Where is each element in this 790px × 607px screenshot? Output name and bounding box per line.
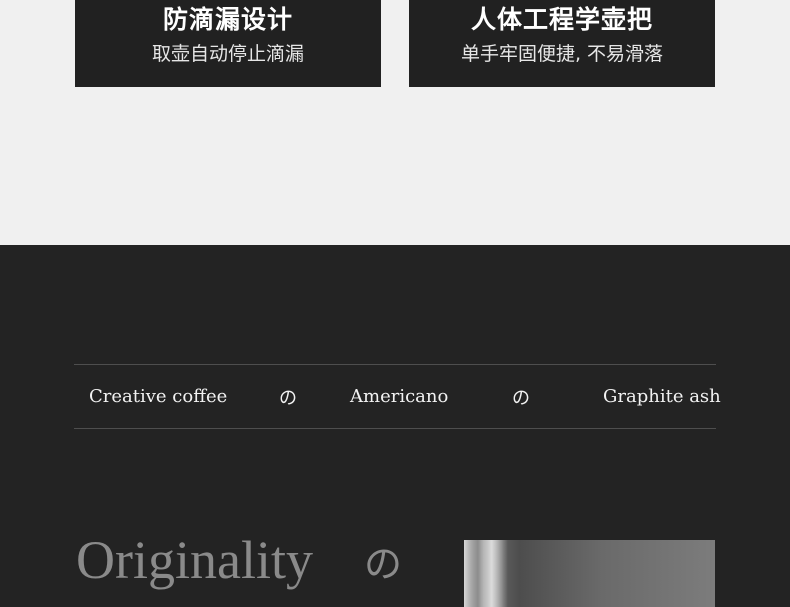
photo-highlight <box>464 540 478 607</box>
product-photo <box>464 540 715 607</box>
feature-title: 人体工程学壶把 <box>470 5 653 34</box>
photo-highlight <box>478 540 508 607</box>
divider-bottom <box>74 428 716 429</box>
divider-top <box>74 364 716 365</box>
strip-separator: の <box>512 388 530 409</box>
feature-card-anti-drip: 防滴漏设计 取壶自动停止滴漏 <box>75 0 381 87</box>
feature-section: 防滴漏设计 取壶自动停止滴漏 人体工程学壶把 单手牢固便捷, 不易滑落 <box>0 0 790 245</box>
feature-card-ergonomic-handle: 人体工程学壶把 单手牢固便捷, 不易滑落 <box>409 0 715 87</box>
strip-item-creative-coffee: Creative coffee <box>89 386 228 407</box>
strip-item-americano: Americano <box>350 386 449 407</box>
strip-separator: の <box>279 388 297 409</box>
feature-title: 防滴漏设计 <box>162 5 293 34</box>
hero-heading: Originality <box>76 530 313 590</box>
strip-item-graphite-ash: Graphite ash <box>603 386 721 407</box>
feature-subtitle: 取壶自动停止滴漏 <box>151 43 304 65</box>
hero-particle: の <box>364 542 403 586</box>
feature-subtitle: 单手牢固便捷, 不易滑落 <box>460 43 664 65</box>
